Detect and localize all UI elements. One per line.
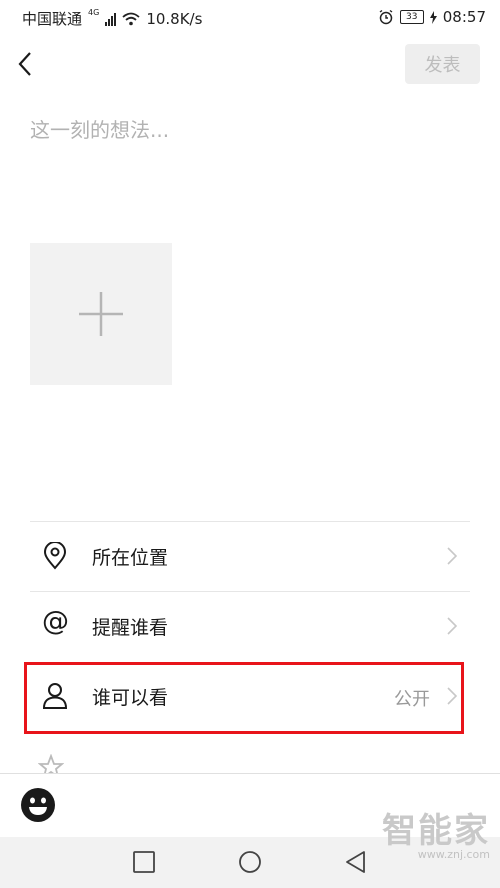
- battery-level-label: 33: [406, 12, 418, 22]
- location-pin-icon: [43, 542, 67, 570]
- publish-button[interactable]: 发表: [405, 44, 480, 84]
- network-speed-label: 10.8K/s: [146, 9, 203, 28]
- carrier-label: 中国联通: [22, 10, 83, 28]
- battery-icon: 33: [399, 10, 424, 24]
- publish-button-label: 发表: [424, 55, 461, 76]
- option-location-label: 所在位置: [92, 547, 169, 569]
- back-arrow-icon[interactable]: [14, 48, 38, 80]
- option-location[interactable]: 所在位置: [30, 521, 470, 590]
- clock-time-label: 08:57: [442, 8, 486, 26]
- status-right: 33 08:57: [378, 8, 486, 26]
- square-icon[interactable]: [132, 850, 156, 874]
- option-remind[interactable]: @ 提醒谁看: [30, 591, 470, 660]
- charging-bolt-icon: [429, 10, 437, 24]
- circle-icon[interactable]: [238, 850, 262, 874]
- watermark: 智能家 www.znj.com: [382, 812, 490, 861]
- chevron-right-icon: [447, 617, 458, 635]
- plus-icon: [79, 292, 123, 336]
- at-icon: @: [42, 606, 69, 637]
- status-bar: 中国联通 4G 10.8K/s 33 08:57: [0, 0, 500, 36]
- emoji-icon[interactable]: [20, 787, 56, 823]
- option-remind-label: 提醒谁看: [92, 617, 169, 639]
- thought-input[interactable]: [30, 110, 470, 150]
- watermark-name: 智能家: [382, 811, 490, 851]
- triangle-back-icon[interactable]: [344, 850, 368, 874]
- wifi-icon: [122, 12, 140, 25]
- signal-icon: [105, 12, 117, 26]
- add-photo-button[interactable]: [30, 243, 172, 385]
- highlight-box: [24, 662, 464, 734]
- network-type-label: 4G: [88, 8, 100, 17]
- status-left: 中国联通 4G 10.8K/s: [22, 8, 202, 29]
- alarm-clock-icon: [379, 9, 393, 25]
- chevron-right-icon: [447, 547, 458, 565]
